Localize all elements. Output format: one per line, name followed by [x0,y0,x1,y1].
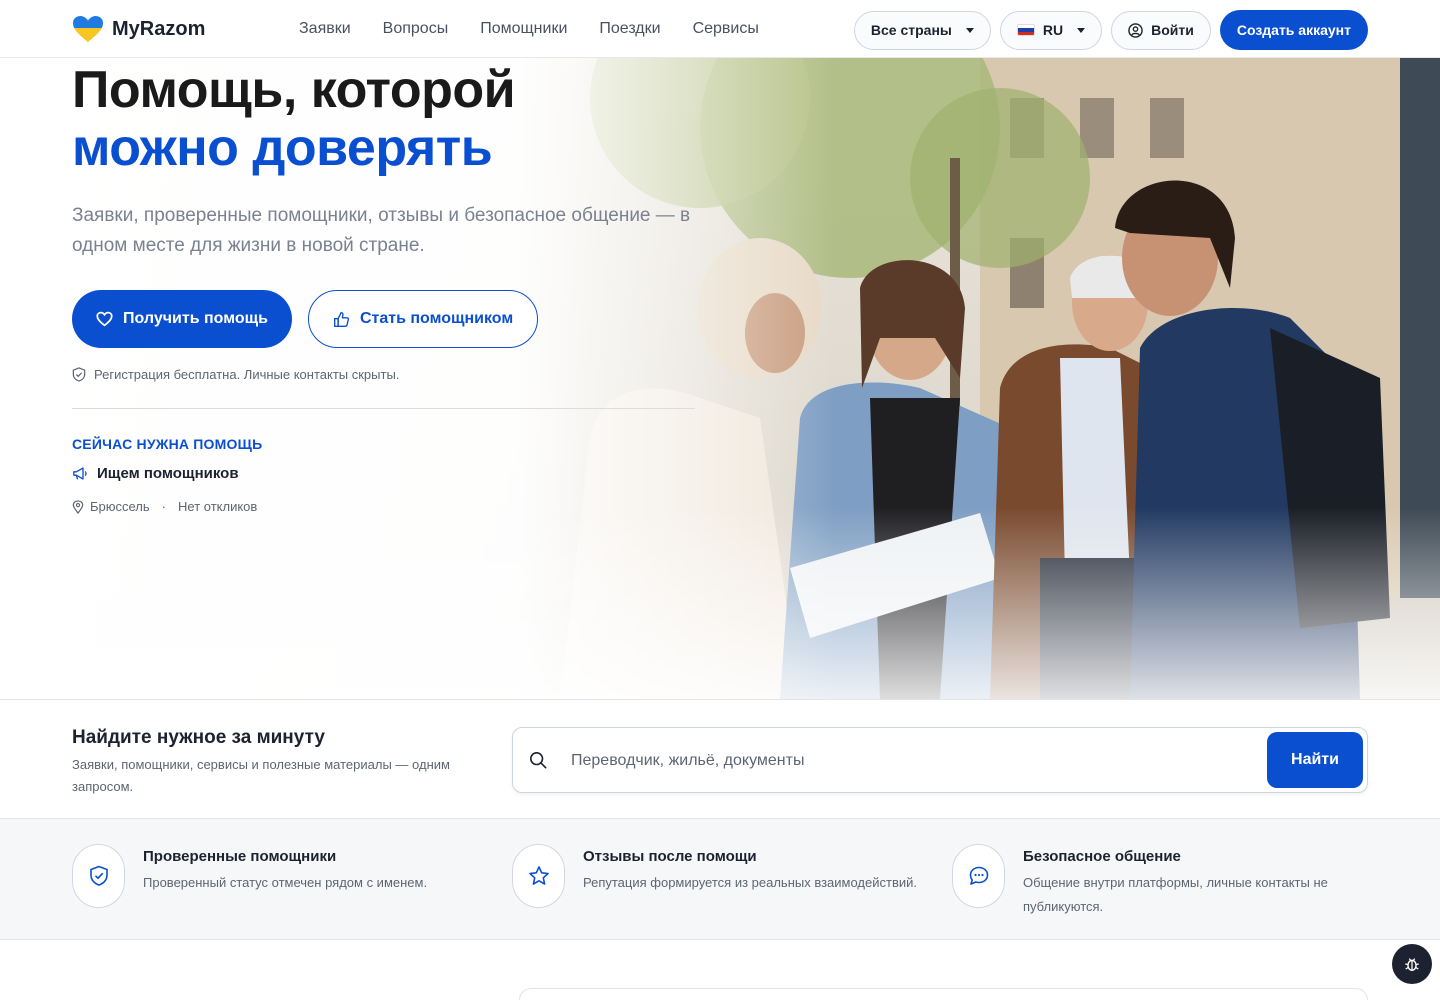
help-request-meta: Брюссель · Нет откликов [72,499,702,514]
chat-bubble-icon [969,866,988,885]
hero-content: Помощь, которой можно доверять Заявки, п… [72,58,702,514]
feature-desc: Проверенный статус отмечен рядом с имене… [143,875,428,890]
feature-title: Отзывы после помощи [583,848,757,865]
meta-separator: · [161,499,167,514]
main-nav: Заявки Вопросы Помощники Поездки Сервисы [299,0,759,58]
search-button[interactable]: Найти [1267,732,1363,788]
chevron-down-icon [965,27,974,33]
megaphone-icon [73,467,87,480]
nav-item-services[interactable]: Сервисы [693,20,759,38]
star-icon [528,866,549,885]
nav-item-requests[interactable]: Заявки [299,20,351,38]
heart-logo-icon [73,16,103,42]
search-subtitle: Заявки, помощники, сервисы и полезные ма… [72,757,450,794]
feature-safe-chat: Безопасное общение Общение внутри платфо… [952,844,1363,919]
country-select[interactable]: Все страны [853,10,991,50]
login-button[interactable]: Войти [1111,10,1211,50]
feature-icon-wrap [512,844,565,908]
help-needed-heading: СЕЙЧАС НУЖНА ПОМОЩЬ [72,436,263,452]
language-select-label: RU [1042,22,1064,38]
russia-flag-icon [1016,24,1035,36]
shield-check-icon [89,865,108,886]
hero-title: Помощь, которой можно доверять [72,61,702,177]
logo[interactable]: MyRazom [72,15,205,43]
registration-note-text: Регистрация бесплатна. Личные контакты с… [94,367,400,382]
features-section: Проверенные помощники Проверенный статус… [0,819,1440,940]
hero-section: Помощь, которой можно доверять Заявки, п… [0,58,1440,699]
chevron-down-icon [1077,27,1086,33]
user-circle-icon [1128,22,1143,38]
help-request-location: Брюссель [90,499,150,514]
help-request-item[interactable]: Ищем помощников [72,465,702,482]
feature-title: Безопасное общение [1023,848,1181,865]
search-input[interactable] [571,742,1251,780]
become-helper-label: Стать помощником [359,310,514,327]
feature-reviews: Отзывы после помощи Репутация формируетс… [512,844,923,908]
next-section-card [519,988,1368,1000]
search-title: Найдите нужное за минуту [72,727,325,748]
hero-divider [72,408,695,409]
country-select-label: Все страны [870,22,952,38]
help-request-title: Ищем помощников [97,465,239,482]
get-help-label: Получить помощь [123,310,268,327]
site-header: MyRazom Заявки Вопросы Помощники Поездки… [0,0,1440,58]
feature-verified-helpers: Проверенные помощники Проверенный статус… [72,844,483,908]
login-label: Войти [1151,22,1194,38]
feature-icon-wrap [72,844,125,908]
create-account-button[interactable]: Создать аккаунт [1219,10,1368,50]
thumbs-up-icon [333,311,349,327]
get-help-button[interactable]: Получить помощь [72,290,292,348]
brand-name: MyRazom [112,17,206,40]
registration-note: Регистрация бесплатна. Личные контакты с… [72,367,702,382]
search-box: Найти [512,727,1368,793]
hero-title-line2: можно доверять [72,119,493,177]
nav-item-helpers[interactable]: Помощники [480,20,567,38]
nav-item-questions[interactable]: Вопросы [383,20,449,38]
bug-icon [1405,958,1419,972]
header-actions: Все страны RU Войти Создать аккаунт [853,10,1368,50]
location-pin-icon [72,499,84,514]
search-icon [529,751,547,769]
feature-desc: Репутация формируется из реальных взаимо… [583,875,918,890]
hero-actions: Получить помощь Стать помощником [72,290,702,348]
heart-icon [96,311,113,327]
become-helper-button[interactable]: Стать помощником [307,290,539,348]
nav-item-trips[interactable]: Поездки [599,20,660,38]
feature-title: Проверенные помощники [143,848,337,865]
shield-check-icon [72,367,86,382]
bug-report-button[interactable] [1392,944,1432,984]
hero-title-line1: Помощь, которой [72,61,516,119]
language-select[interactable]: RU [999,10,1103,50]
feature-icon-wrap [952,844,1005,908]
help-request-responses: Нет откликов [178,499,258,514]
search-section: Найдите нужное за минуту Заявки, помощни… [0,699,1440,819]
hero-lead: Заявки, проверенные помощники, отзывы и … [72,205,691,256]
feature-desc: Общение внутри платформы, личные контакт… [1023,875,1328,914]
